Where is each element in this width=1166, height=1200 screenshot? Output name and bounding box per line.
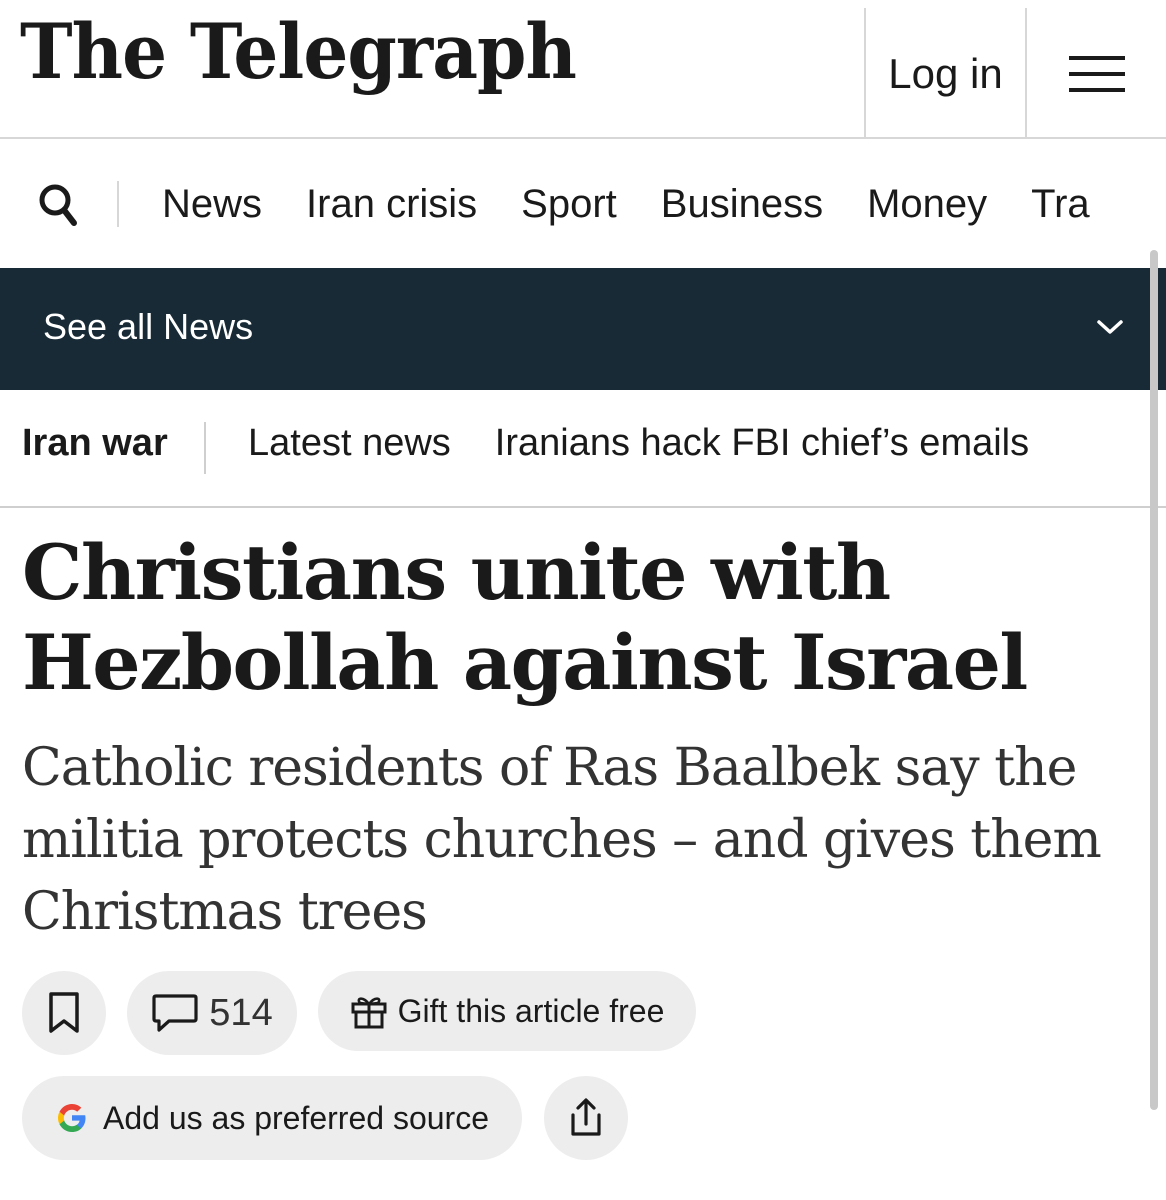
article-standfirst: Catholic residents of Ras Baalbek say th… [22, 738, 1102, 942]
nav-item-business[interactable]: Business [639, 182, 845, 227]
see-all-news-bar[interactable]: See all News [0, 268, 1166, 390]
bookmark-icon [49, 992, 79, 1033]
topic-subnav: Iran war Latest news Iranians hack FBI c… [0, 390, 1166, 508]
nav-fade [1086, 141, 1166, 268]
share-icon [571, 1098, 601, 1136]
subnav-items: Latest news Iranians hack FBI chief’s em… [226, 422, 1051, 465]
main-nav: News Iran crisis Sport Business Money Tr… [0, 141, 1166, 268]
gift-icon [351, 997, 387, 1029]
comment-icon [152, 994, 198, 1032]
subnav-divider [204, 422, 206, 474]
subnav-item-fbi-emails[interactable]: Iranians hack FBI chief’s emails [473, 422, 1051, 465]
gift-article-label: Gift this article free [397, 992, 665, 1029]
subnav-item-latest-news[interactable]: Latest news [226, 422, 473, 465]
see-all-news-label: See all News [43, 306, 254, 347]
comments-button[interactable]: 514 [127, 971, 297, 1055]
hamburger-menu-icon[interactable] [1028, 8, 1166, 139]
login-button[interactable]: Log in [864, 8, 1027, 139]
subnav-title[interactable]: Iran war [22, 422, 168, 465]
chevron-down-icon[interactable] [1096, 318, 1124, 336]
comments-count: 514 [209, 991, 273, 1034]
top-bar: The Telegraph Log in [0, 0, 1166, 139]
preferred-source-button[interactable]: Add us as preferred source [22, 1076, 522, 1160]
google-icon [58, 1104, 86, 1132]
nav-divider [117, 181, 119, 227]
article-headline: Christians unite with Hezbollah against … [22, 528, 1028, 707]
save-button[interactable] [22, 971, 106, 1055]
nav-item-sport[interactable]: Sport [499, 182, 639, 227]
scrollbar[interactable] [1150, 250, 1158, 1110]
nav-item-news[interactable]: News [140, 182, 284, 227]
share-button[interactable] [544, 1076, 628, 1160]
preferred-source-label: Add us as preferred source [103, 1099, 489, 1136]
nav-item-money[interactable]: Money [845, 182, 1009, 227]
nav-item-iran-crisis[interactable]: Iran crisis [284, 182, 499, 227]
nav-items: News Iran crisis Sport Business Money Tr… [140, 141, 1112, 268]
gift-article-button[interactable]: Gift this article free [318, 971, 696, 1051]
telegraph-logo[interactable]: The Telegraph [20, 14, 577, 90]
search-icon[interactable] [38, 181, 80, 231]
